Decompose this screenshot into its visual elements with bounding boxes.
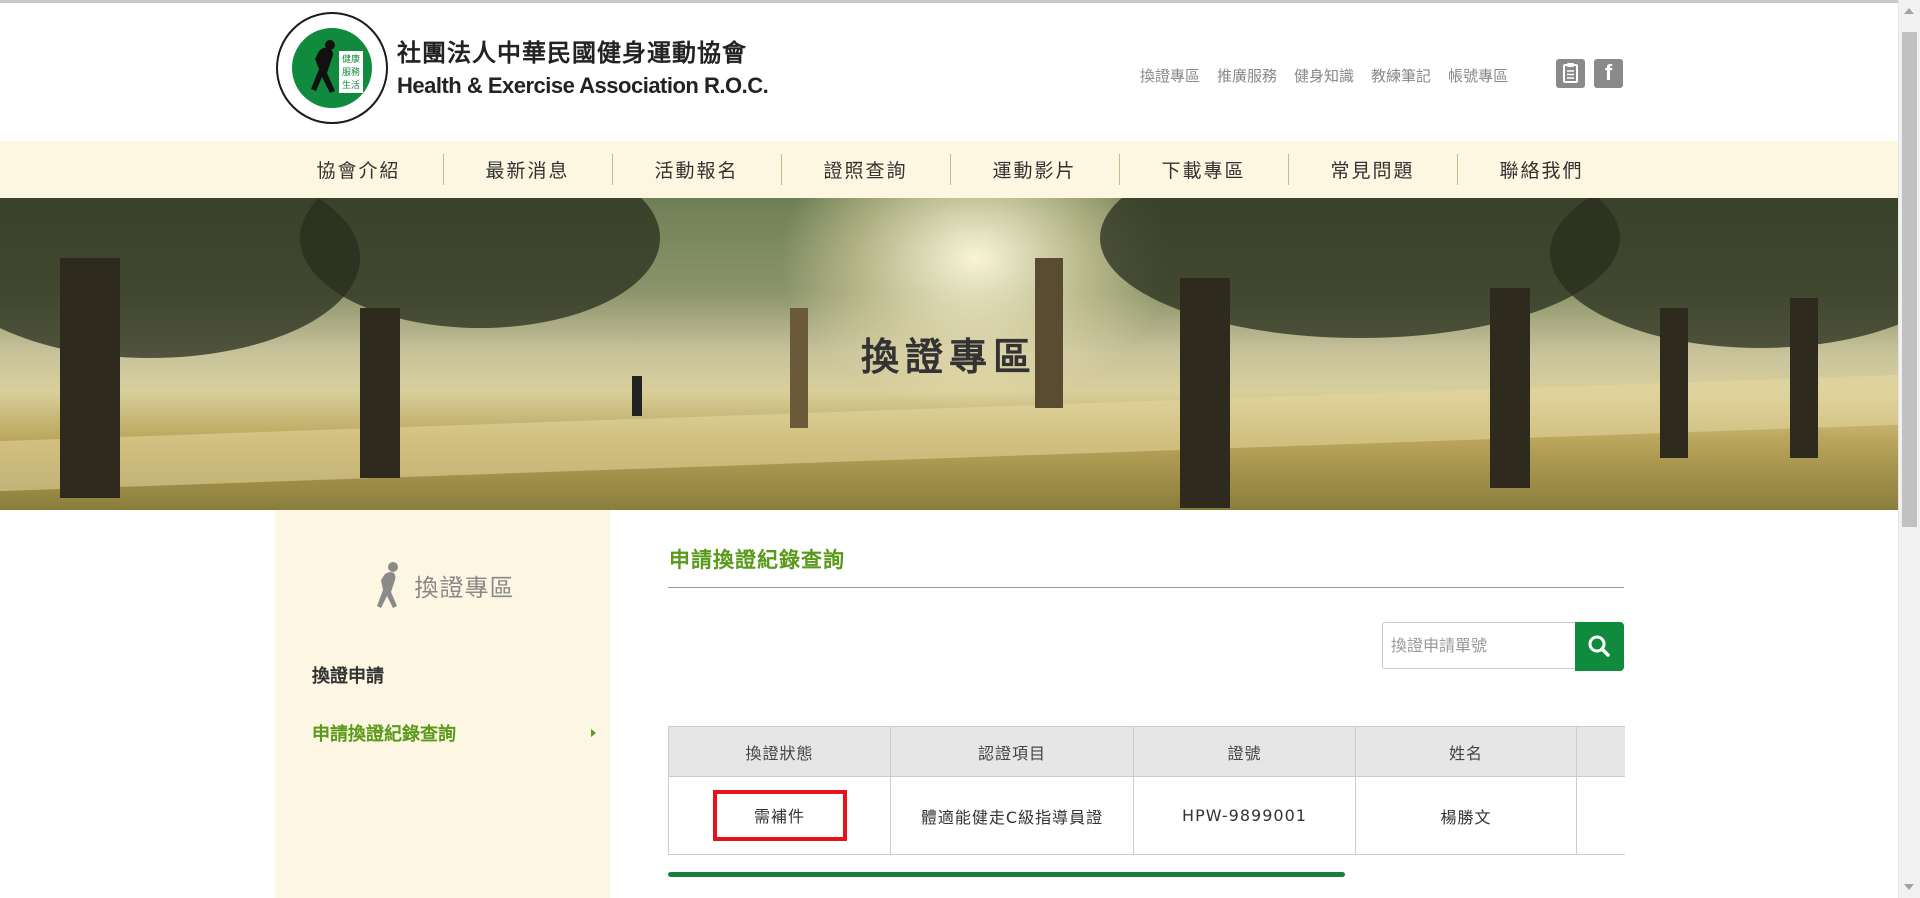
cell-name: 楊勝文 bbox=[1355, 776, 1577, 855]
hero-banner: 換證專區 bbox=[0, 198, 1898, 510]
column-header-status: 換證狀態 bbox=[668, 726, 891, 777]
table-header-row: 換證狀態 認證項目 證號 姓名 bbox=[668, 726, 1625, 777]
runner-icon bbox=[376, 562, 398, 608]
status-badge[interactable]: 需補件 bbox=[712, 790, 847, 841]
page-title: 申請換證紀錄查詢 bbox=[669, 548, 845, 572]
util-link-renewal[interactable]: 換證專區 bbox=[1140, 65, 1200, 86]
scrollbar-thumb[interactable] bbox=[1902, 32, 1917, 527]
cell-license-number: HPW-9899001 bbox=[1133, 776, 1356, 855]
clipboard-icon[interactable] bbox=[1556, 59, 1585, 88]
site-header: 健康 服務 生活 社團法人中華民國健身運動協會 Health & Exercis… bbox=[0, 3, 1898, 141]
table-row[interactable]: 需補件 體適能健走C級指導員證 HPW-9899001 楊勝文 bbox=[668, 776, 1625, 855]
sidebar-item-renewal-records[interactable]: 申請換證紀錄查詢 bbox=[312, 720, 456, 746]
page-scrollbar[interactable] bbox=[1898, 0, 1920, 898]
nav-item-license-query[interactable]: 證照查詢 bbox=[781, 141, 950, 198]
util-link-promotion[interactable]: 推廣服務 bbox=[1217, 65, 1277, 86]
column-header-certification: 認證項目 bbox=[890, 726, 1134, 777]
sidebar: 換證專區 換證申請 申請換證紀錄查詢 bbox=[275, 510, 610, 898]
util-link-fitness-knowledge[interactable]: 健身知識 bbox=[1294, 65, 1354, 86]
util-link-account[interactable]: 帳號專區 bbox=[1448, 65, 1508, 86]
util-link-coach-notes[interactable]: 教練筆記 bbox=[1371, 65, 1431, 86]
facebook-icon[interactable]: f bbox=[1594, 59, 1623, 88]
sidebar-title: 換證專區 bbox=[275, 560, 610, 610]
nav-item-contact[interactable]: 聯絡我們 bbox=[1457, 141, 1626, 198]
banner-title: 換證專區 bbox=[860, 335, 1037, 379]
nav-item-downloads[interactable]: 下載專區 bbox=[1119, 141, 1288, 198]
brand-name-en[interactable]: Health & Exercise Association R.O.C. bbox=[397, 73, 769, 99]
cell-status: 需補件 bbox=[668, 776, 891, 855]
records-table: 換證狀態 認證項目 證號 姓名 需補件 體適能健走C級指導員證 HPW-9899… bbox=[668, 726, 1625, 855]
nav-item-about[interactable]: 協會介紹 bbox=[274, 141, 443, 198]
table-horizontal-scrollbar[interactable] bbox=[668, 872, 1345, 877]
title-divider bbox=[668, 587, 1624, 588]
main-navigation: 協會介紹 最新消息 活動報名 證照查詢 運動影片 下載專區 常見問題 聯絡我們 bbox=[0, 141, 1898, 198]
active-arrow-icon bbox=[591, 729, 596, 737]
search-input[interactable] bbox=[1382, 622, 1575, 669]
nav-item-faq[interactable]: 常見問題 bbox=[1288, 141, 1457, 198]
nav-item-events[interactable]: 活動報名 bbox=[612, 141, 781, 198]
svg-text:服務: 服務 bbox=[342, 66, 360, 78]
search-icon bbox=[1588, 635, 1610, 657]
scroll-up-icon[interactable] bbox=[1904, 8, 1914, 14]
search-button[interactable] bbox=[1575, 622, 1624, 671]
brand-name-zh[interactable]: 社團法人中華民國健身運動協會 bbox=[397, 33, 747, 68]
utility-links: 換證專區 推廣服務 健身知識 教練筆記 帳號專區 bbox=[1140, 65, 1525, 86]
cell-certification: 體適能健走C級指導員證 bbox=[890, 776, 1134, 855]
column-header-name: 姓名 bbox=[1355, 726, 1577, 777]
association-logo[interactable]: 健康 服務 生活 bbox=[275, 11, 390, 126]
svg-text:健康: 健康 bbox=[342, 53, 360, 65]
cell-more bbox=[1576, 776, 1625, 855]
column-header-more bbox=[1576, 726, 1625, 777]
nav-item-news[interactable]: 最新消息 bbox=[443, 141, 612, 198]
sidebar-item-renewal-apply[interactable]: 換證申請 bbox=[312, 662, 384, 688]
svg-text:生活: 生活 bbox=[342, 79, 360, 91]
nav-item-videos[interactable]: 運動影片 bbox=[950, 141, 1119, 198]
column-header-license-number: 證號 bbox=[1133, 726, 1356, 777]
scroll-down-icon[interactable] bbox=[1904, 884, 1914, 890]
